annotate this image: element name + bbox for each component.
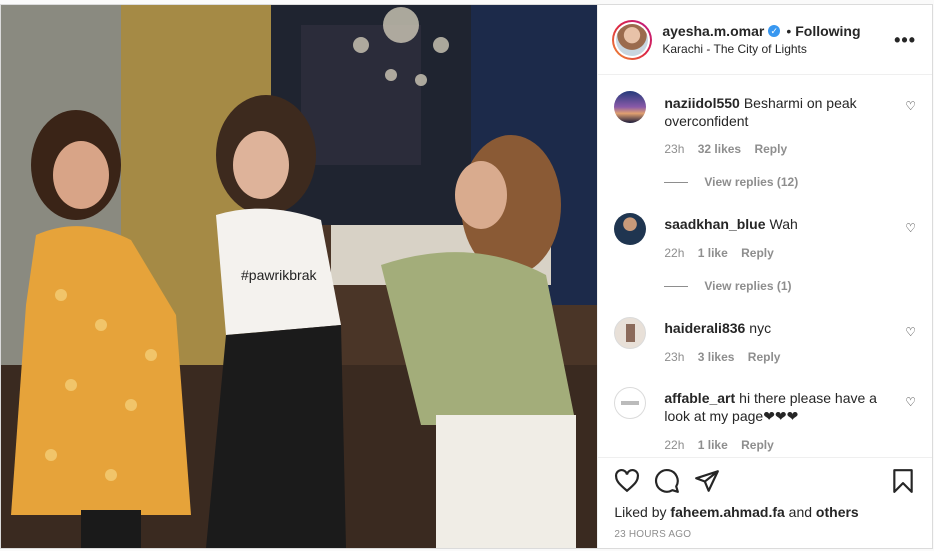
comment-like-icon[interactable]: ♡: [905, 325, 916, 339]
separator-dot: •: [786, 23, 792, 39]
comment-meta: 22h 1 like Reply: [664, 246, 783, 260]
comment-likes[interactable]: 3 likes: [698, 350, 735, 364]
post-actions: Liked by faheem.ahmad.fa and others 23 H…: [598, 457, 932, 549]
post-sidebar: ayesha.m.omar ✓ • Following Karachi - Th…: [597, 5, 932, 548]
video-frame: #pawrikbrak: [1, 5, 598, 548]
post-username[interactable]: ayesha.m.omar: [662, 23, 764, 39]
comment-time[interactable]: 23h: [664, 142, 684, 156]
comment-likes[interactable]: 1 like: [698, 438, 728, 452]
verified-badge-icon: ✓: [768, 25, 781, 37]
liked-by-others-link[interactable]: others: [816, 504, 859, 520]
comment-item: naziidol550 Besharmi on peak overconfiden…: [614, 91, 916, 201]
avatar[interactable]: [612, 19, 653, 60]
reply-button[interactable]: Reply: [741, 438, 774, 452]
instagram-post: #pawrikbrak ayesha.m.omar ✓ • Following …: [0, 4, 933, 549]
bookmark-icon[interactable]: [890, 468, 916, 494]
comment-item: affable_art hi there please have a look a…: [614, 387, 916, 456]
action-bar: [614, 468, 916, 496]
comment-likes[interactable]: 1 like: [698, 246, 728, 260]
commenter-avatar[interactable]: [614, 387, 647, 419]
post-video[interactable]: #pawrikbrak: [1, 5, 598, 548]
comment-meta: 23h 32 likes Reply: [664, 142, 797, 156]
comments-list: naziidol550 Besharmi on peak overconfiden…: [598, 76, 932, 456]
reply-button[interactable]: Reply: [741, 246, 774, 260]
header-info: ayesha.m.omar ✓ • Following Karachi - Th…: [662, 23, 860, 56]
heart-icon[interactable]: [614, 468, 640, 494]
post-header: ayesha.m.omar ✓ • Following Karachi - Th…: [598, 5, 932, 75]
liked-by-user-link[interactable]: faheem.ahmad.fa: [670, 504, 784, 520]
comment-username[interactable]: naziidol550: [664, 95, 739, 111]
tshirt-text: #pawrikbrak: [241, 267, 317, 283]
comment-time[interactable]: 22h: [664, 438, 684, 452]
comment-like-icon[interactable]: ♡: [905, 221, 916, 235]
share-icon[interactable]: [694, 468, 720, 494]
comment-like-icon[interactable]: ♡: [905, 395, 916, 409]
comment-text-block: saadkhan_blue Wah: [664, 215, 886, 233]
comment-text-block: haiderali836 nyc: [664, 319, 886, 337]
following-button[interactable]: Following: [795, 23, 860, 39]
reply-button[interactable]: Reply: [748, 350, 781, 364]
comment-item: saadkhan_blue Wah ♡ 22h 1 like Reply View…: [614, 213, 916, 313]
comment-meta: 23h 3 likes Reply: [664, 350, 790, 364]
replies-divider: [664, 285, 689, 287]
comment-text: Wah: [769, 216, 798, 232]
comment-item: haiderali836 nyc ♡ 23h 3 likes Reply: [614, 317, 916, 377]
comment-time[interactable]: 22h: [664, 246, 684, 260]
post-location[interactable]: Karachi - The City of Lights: [662, 42, 860, 56]
comment-username[interactable]: saadkhan_blue: [664, 216, 765, 232]
comment-text-block: naziidol550 Besharmi on peak overconfiden…: [664, 94, 886, 130]
comment-username[interactable]: haiderali836: [664, 320, 745, 336]
comment-username[interactable]: affable_art: [664, 390, 735, 406]
post-timestamp[interactable]: 23 HOURS AGO: [614, 529, 691, 540]
comment-meta: 22h 1 like Reply: [664, 438, 783, 452]
liked-by-text: Liked by faheem.ahmad.fa and others: [614, 504, 859, 520]
commenter-avatar[interactable]: [614, 317, 647, 349]
commenter-avatar[interactable]: [614, 213, 647, 245]
comment-text: nyc: [749, 320, 772, 336]
view-replies-button[interactable]: View replies (1): [664, 279, 792, 293]
view-replies-button[interactable]: View replies (12): [664, 175, 798, 189]
comment-icon[interactable]: [654, 468, 680, 494]
replies-divider: [664, 181, 689, 183]
comment-likes[interactable]: 32 likes: [698, 142, 741, 156]
commenter-avatar[interactable]: [614, 91, 647, 123]
more-options-icon[interactable]: •••: [894, 30, 916, 51]
comment-like-icon[interactable]: ♡: [905, 99, 916, 113]
comment-text-block: affable_art hi there please have a look a…: [664, 389, 886, 425]
comment-time[interactable]: 23h: [664, 350, 684, 364]
reply-button[interactable]: Reply: [754, 142, 787, 156]
